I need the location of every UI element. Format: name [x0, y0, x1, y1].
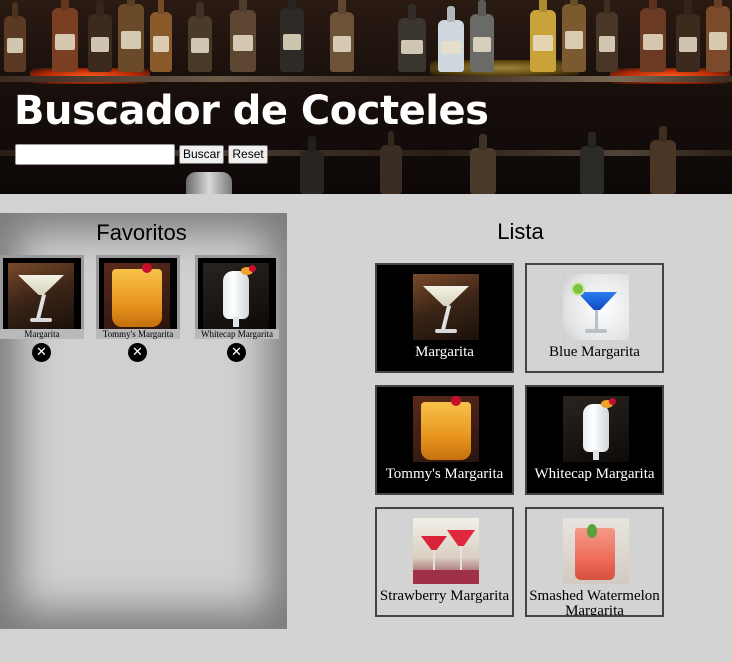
bottle-image — [470, 148, 496, 194]
remove-favorite-button[interactable]: ✕ — [227, 343, 246, 362]
header-banner: Buscador de Cocteles Buscar Reset — [0, 0, 732, 194]
cocktail-name: Margarita — [415, 344, 474, 360]
favorites-title: Favoritos — [96, 220, 187, 245]
close-circle-icon: ✕ — [36, 345, 47, 360]
bottle-image — [188, 16, 212, 72]
bottle-image — [596, 12, 618, 72]
cocktail-card[interactable]: Whitecap Margarita — [525, 385, 664, 495]
favorite-card[interactable]: Whitecap Margarita — [195, 255, 279, 339]
bottle-image — [380, 145, 402, 194]
bottle-image — [562, 4, 586, 72]
drink-image — [563, 274, 629, 340]
drink-image — [413, 396, 479, 462]
bottle-image — [280, 8, 304, 72]
list-title: Lista — [497, 219, 544, 244]
cocktail-card[interactable]: Smashed Watermelon Margarita — [525, 507, 664, 617]
drink-image — [413, 274, 479, 340]
drink-image — [8, 263, 74, 329]
bottle-image — [530, 10, 556, 72]
bottle-image — [470, 14, 494, 72]
cocktail-card[interactable]: Blue Margarita — [525, 263, 664, 373]
cocktail-name: Strawberry Margarita — [379, 588, 510, 604]
drink-image — [203, 263, 269, 329]
favorite-card[interactable]: Tommy's Margarita — [96, 255, 180, 339]
cocktail-card[interactable]: Margarita — [375, 263, 514, 373]
bottle-image — [52, 8, 78, 72]
cocktail-name: Whitecap Margarita — [534, 466, 655, 482]
close-circle-icon: ✕ — [132, 345, 143, 360]
search-input[interactable] — [15, 144, 175, 165]
close-circle-icon: ✕ — [231, 345, 242, 360]
favorite-name: Margarita — [0, 329, 84, 339]
bottle-image — [118, 4, 144, 72]
reset-button[interactable]: Reset — [228, 145, 268, 164]
bottle-image — [330, 12, 354, 72]
bottle-image — [640, 8, 666, 72]
cocktail-card[interactable]: Strawberry Margarita — [375, 507, 514, 617]
bottle-image — [300, 150, 324, 194]
remove-favorite-button[interactable]: ✕ — [32, 343, 51, 362]
app-title: Buscador de Cocteles — [14, 88, 489, 134]
drink-image — [413, 518, 479, 584]
favorites-panel: Favoritos Margarita ✕ Tommy's Margarita … — [0, 213, 287, 629]
favorite-card[interactable]: Margarita — [0, 255, 84, 339]
favorite-name: Whitecap Margarita — [195, 329, 279, 339]
bottle-image — [580, 146, 604, 194]
search-bar: Buscar Reset — [15, 144, 268, 165]
favorite-name: Tommy's Margarita — [96, 329, 180, 339]
cocktail-card[interactable]: Tommy's Margarita — [375, 385, 514, 495]
drink-image — [563, 396, 629, 462]
bottle-image — [650, 140, 676, 194]
bottle-image — [706, 6, 730, 72]
bottle-image — [230, 10, 256, 72]
bottle-image — [398, 18, 426, 72]
cocktail-name: Smashed Watermelon Margarita — [529, 588, 660, 617]
cocktail-name: Blue Margarita — [549, 344, 640, 360]
drink-image — [104, 263, 170, 329]
bottle-image — [676, 14, 700, 72]
cocktail-name: Tommy's Margarita — [385, 466, 504, 482]
shaker-image — [186, 172, 232, 194]
shelf — [0, 76, 732, 82]
search-button[interactable]: Buscar — [179, 145, 225, 164]
drink-image — [563, 518, 629, 584]
bottle-image — [88, 14, 112, 72]
bottle-image — [150, 12, 172, 72]
bottle-image — [438, 20, 464, 72]
remove-favorite-button[interactable]: ✕ — [128, 343, 147, 362]
bottle-image — [4, 16, 26, 72]
